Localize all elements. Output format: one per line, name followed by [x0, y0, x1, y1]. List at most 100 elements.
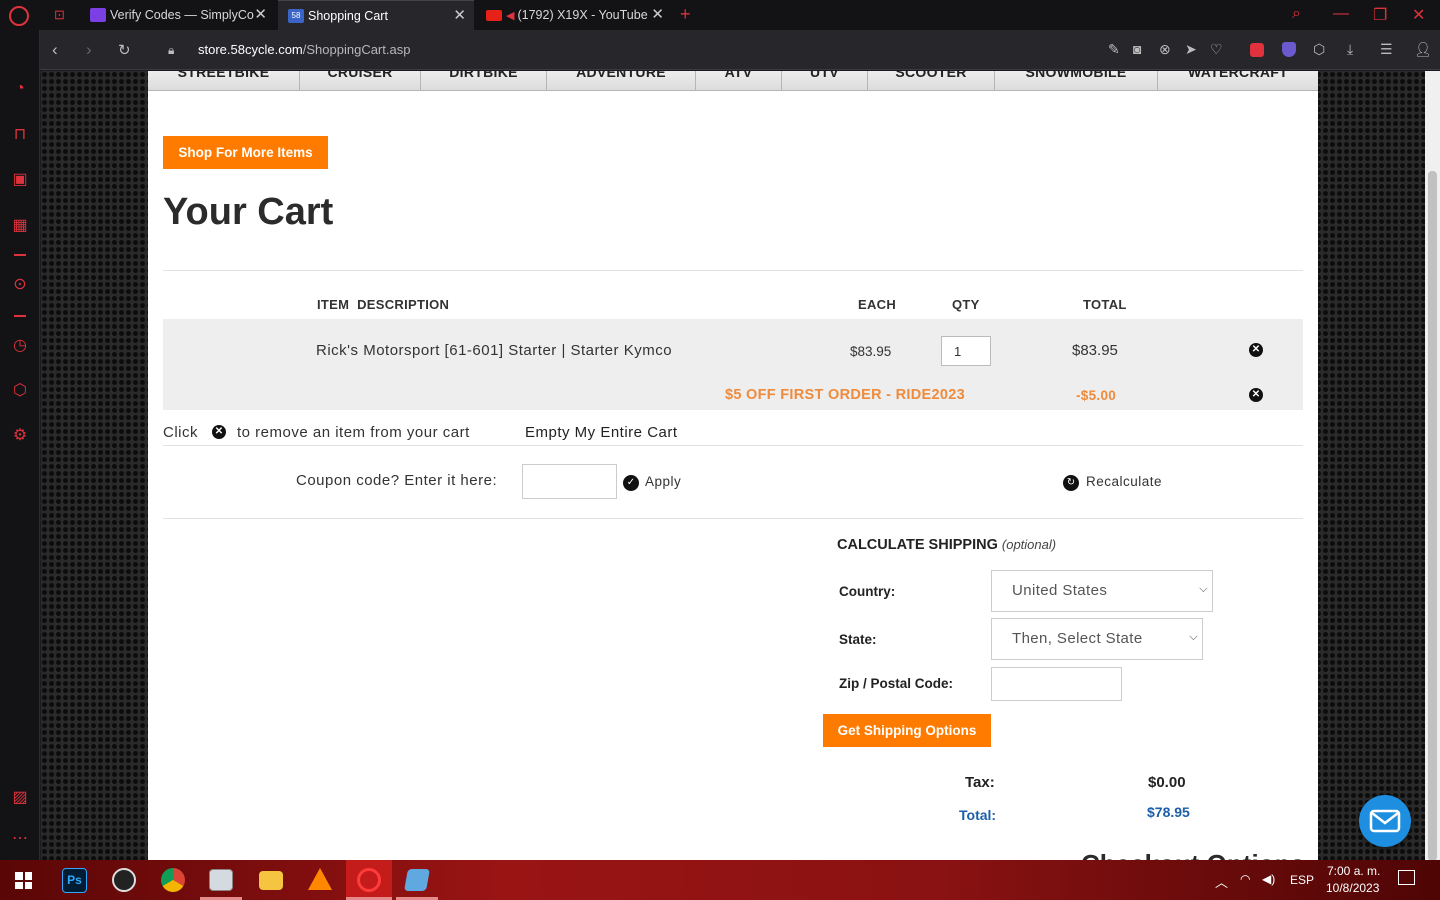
scrollbar-thumb[interactable] — [1428, 171, 1437, 861]
chip-icon[interactable]: ▦ — [11, 217, 29, 235]
opera-taskbar-icon[interactable] — [357, 868, 381, 892]
recalculate-icon[interactable]: ↻ — [1063, 475, 1079, 491]
more-icon[interactable]: ⋯ — [11, 830, 29, 848]
reload-icon[interactable]: ↻ — [118, 41, 131, 59]
send-icon[interactable]: ➤ — [1185, 41, 1197, 58]
search-tabs-icon[interactable]: ⌕ — [1292, 5, 1301, 23]
history-icon[interactable]: ◷ — [11, 337, 29, 355]
tray-chevron-icon[interactable]: ︿ — [1215, 872, 1228, 891]
remove-item-icon[interactable]: ✕ — [1249, 343, 1263, 357]
simplycodes-icon — [90, 8, 106, 22]
camera-icon[interactable]: ◙ — [1133, 41, 1141, 57]
apply-check-icon[interactable]: ✓ — [623, 475, 639, 491]
photoshop-icon[interactable]: Ps — [62, 868, 87, 893]
heart-icon[interactable]: ♡ — [1210, 41, 1223, 58]
col-total: TOTAL — [1083, 297, 1127, 312]
menu-icon[interactable]: ☰ — [1380, 41, 1393, 58]
tab-verify-codes[interactable]: Verify Codes — SimplyCodes ✕ — [80, 0, 275, 30]
cube-icon[interactable]: ⬡ — [1313, 41, 1325, 58]
notification-icon[interactable] — [1398, 870, 1415, 885]
download-icon[interactable]: ⤓ — [1347, 41, 1353, 58]
remove-promo-icon[interactable]: ✕ — [1249, 388, 1263, 402]
page-scrollbar[interactable] — [1425, 71, 1440, 861]
minimize-icon[interactable]: — — [1333, 5, 1349, 23]
profile-icon[interactable]: 👤︎ — [1414, 41, 1432, 58]
sidebar-divider — [14, 254, 26, 256]
clock-time[interactable]: 7:00 a. m. — [1327, 864, 1380, 878]
shop-more-button[interactable]: Shop For More Items — [163, 136, 328, 169]
settings-icon[interactable]: ⚙ — [11, 427, 29, 445]
quantity-input[interactable] — [941, 336, 991, 366]
opera-sidebar: ◔ ⊓ ▣ ▦ ⊙ ◷ ⬡ ⚙ ▨ ⋯ — [0, 30, 40, 860]
country-select[interactable]: United States ⌵ — [991, 570, 1213, 612]
url-field[interactable]: store.58cycle.com/ShoppingCart.asp — [198, 42, 410, 57]
apply-button[interactable]: Apply — [645, 474, 681, 489]
twitch-icon[interactable]: ▣ — [11, 171, 29, 189]
windows-start-icon[interactable] — [15, 872, 32, 889]
player-icon[interactable]: ⊙ — [11, 276, 29, 294]
nav-cruiser[interactable]: CRUISER — [300, 71, 421, 91]
nav-dirtbike[interactable]: DIRTBIKE — [421, 71, 547, 91]
close-tab-icon[interactable]: ✕ — [453, 8, 466, 23]
tab-title: Verify Codes — SimplyCodes — [110, 8, 254, 22]
language-indicator[interactable]: ESP — [1290, 873, 1314, 887]
coupon-label: Coupon code? Enter it here: — [296, 472, 498, 489]
tab-shopping-cart[interactable]: 58 Shopping Cart ✕ — [278, 0, 474, 30]
tab-gamepad[interactable]: ⊡ — [44, 0, 74, 30]
shipping-heading-text: CALCULATE SHIPPING — [837, 537, 998, 553]
back-icon[interactable]: ‹ — [52, 40, 58, 60]
wifi-icon[interactable]: ◠ — [1240, 872, 1250, 886]
close-tab-icon[interactable]: ✕ — [254, 7, 267, 22]
tab-youtube[interactable]: ◀ (1792) X19X - YouTube ✕ — [476, 0, 672, 30]
empty-cart-link[interactable]: Empty My Entire Cart — [525, 424, 678, 441]
col-description: ITEM DESCRIPTION — [317, 297, 450, 312]
speaker-icon[interactable]: ◀ — [506, 9, 514, 22]
nav-utv[interactable]: UTV — [782, 71, 868, 91]
gamepad-icon: ⊡ — [54, 7, 65, 22]
clock-date[interactable]: 10/8/2023 — [1326, 881, 1379, 895]
vlc-icon[interactable] — [308, 868, 332, 890]
opera-logo-icon[interactable] — [9, 6, 29, 26]
obs-icon[interactable] — [112, 868, 136, 892]
nav-streetbike[interactable]: STREETBIKE — [148, 71, 300, 91]
gallery-icon[interactable]: ▨ — [11, 789, 29, 807]
chrome-icon[interactable] — [161, 868, 185, 892]
recalculate-button[interactable]: Recalculate — [1086, 474, 1162, 489]
file-explorer-icon[interactable] — [259, 871, 283, 890]
edit-icon[interactable]: ✎ — [1108, 41, 1120, 58]
nav-watercraft[interactable]: WATERCRAFT — [1158, 71, 1318, 91]
country-value: United States — [1012, 582, 1108, 599]
item-description[interactable]: Rick's Motorsport [61-601] Starter | Sta… — [316, 342, 672, 359]
close-window-icon[interactable]: ✕ — [1412, 5, 1425, 25]
nav-adventure[interactable]: ADVENTURE — [547, 71, 696, 91]
nav-scooter[interactable]: SCOOTER — [868, 71, 995, 91]
chat-button[interactable] — [1359, 795, 1411, 847]
tab-title: Shopping Cart — [308, 8, 388, 23]
zip-input[interactable] — [991, 667, 1122, 701]
get-shipping-button[interactable]: Get Shipping Options — [823, 714, 991, 747]
shopping-bag-icon[interactable]: ⊓ — [11, 126, 29, 144]
close-tab-icon[interactable]: ✕ — [651, 7, 664, 22]
extension-red-icon[interactable] — [1250, 43, 1264, 57]
restore-icon[interactable]: ❐ — [1373, 5, 1387, 25]
app-window-icon[interactable] — [209, 869, 233, 891]
adblock-icon[interactable]: ⊗ — [1159, 41, 1171, 58]
new-tab-icon[interactable]: + — [680, 4, 691, 25]
speed-dial-icon[interactable]: ◔ — [11, 80, 29, 98]
sidebar-divider — [14, 315, 26, 317]
total-label: Total: — [959, 807, 997, 823]
notes-app-icon[interactable] — [404, 869, 430, 891]
forward-icon[interactable]: › — [86, 40, 92, 60]
tax-value: $0.00 — [1148, 774, 1186, 791]
nav-snowmobile[interactable]: SNOWMOBILE — [995, 71, 1158, 91]
volume-icon[interactable]: ◀) — [1262, 872, 1275, 886]
coupon-input[interactable] — [522, 464, 617, 499]
package-icon[interactable]: ⬡ — [11, 382, 29, 400]
remove-hint-prefix: Click — [163, 424, 198, 441]
state-select[interactable]: Then, Select State ⌵ — [991, 618, 1203, 660]
chevron-down-icon: ⌵ — [1189, 631, 1198, 643]
divider — [163, 445, 1303, 446]
nav-atv[interactable]: ATV — [696, 71, 782, 91]
shield-icon[interactable] — [1282, 42, 1296, 57]
lock-icon[interactable]: 🔒︎ — [168, 43, 174, 58]
